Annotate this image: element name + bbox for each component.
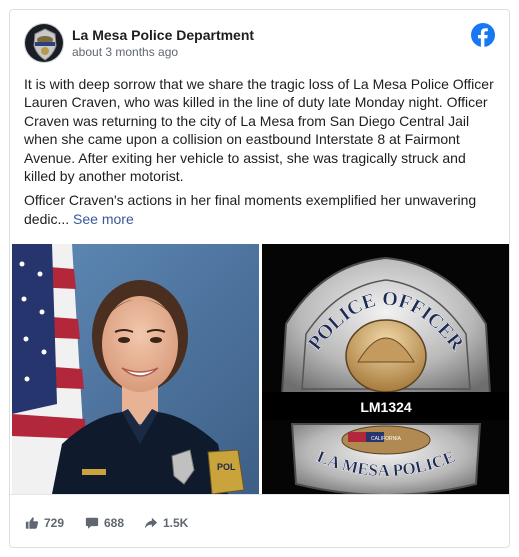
page-avatar[interactable] xyxy=(24,23,64,63)
like-count-value: 729 xyxy=(44,516,65,530)
post-paragraph-2: Officer Craven's actions in her final mo… xyxy=(24,191,500,228)
police-badge-avatar-icon xyxy=(25,24,63,62)
facebook-logo-icon[interactable] xyxy=(471,23,495,47)
police-badge-photo[interactable]: POLICE OFFICER LM1324 CALIFORNIA LA MESA… xyxy=(262,244,509,494)
comment-count[interactable]: 688 xyxy=(85,515,124,531)
badge-state-text: CALIFORNIA xyxy=(371,436,402,442)
patch-text: POL xyxy=(217,462,236,472)
share-arrow-icon xyxy=(144,517,158,529)
facebook-post-card: La Mesa Police Department about 3 months… xyxy=(9,9,510,548)
post-footer: 729 688 1.5K xyxy=(10,494,509,547)
post-header: La Mesa Police Department about 3 months… xyxy=(10,10,509,68)
thumbs-up-icon xyxy=(25,517,39,529)
post-paragraph-1: It is with deep sorrow that we share the… xyxy=(24,76,494,185)
share-count[interactable]: 1.5K xyxy=(144,515,188,531)
see-more-link[interactable]: See more xyxy=(73,211,134,227)
page-name-link[interactable]: La Mesa Police Department xyxy=(72,27,254,43)
shoulder-patch: POL xyxy=(207,449,245,494)
officer-portrait-photo[interactable]: POL xyxy=(12,244,259,494)
officer-portrait-image: POL xyxy=(12,244,259,494)
post-timestamp[interactable]: about 3 months ago xyxy=(72,45,178,59)
comment-count-value: 688 xyxy=(104,516,125,530)
comment-bubble-icon xyxy=(85,517,99,529)
post-media: POL POLICE OFFICER LM1324 CALIFORNIA LA … xyxy=(12,244,509,494)
badge-number: LM1324 xyxy=(360,399,412,415)
police-badge-image: POLICE OFFICER LM1324 CALIFORNIA LA MESA… xyxy=(262,244,509,494)
like-count[interactable]: 729 xyxy=(25,515,64,531)
share-count-value: 1.5K xyxy=(163,516,189,530)
post-body: It is with deep sorrow that we share the… xyxy=(24,75,500,234)
